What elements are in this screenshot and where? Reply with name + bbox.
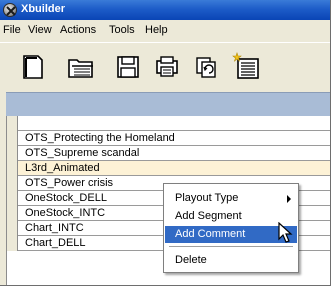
- row-selector[interactable]: [7, 176, 18, 191]
- menu-view[interactable]: View: [28, 24, 52, 36]
- menu-actions[interactable]: Actions: [60, 24, 96, 36]
- open-folder-icon[interactable]: [66, 52, 96, 82]
- menu-separator: [169, 246, 293, 247]
- save-disk-icon[interactable]: [113, 52, 143, 82]
- list-item-label: OneStock_DELL: [25, 192, 107, 204]
- app-window: Xbuilder File View Actions Tools Help OT…: [0, 0, 331, 286]
- row-selector[interactable]: [7, 131, 18, 146]
- submenu-arrow-icon: [287, 195, 291, 203]
- list-item[interactable]: OTS_Supreme scandal: [7, 146, 330, 161]
- row-selector[interactable]: [7, 191, 18, 206]
- new-document-icon[interactable]: [18, 52, 48, 82]
- list-item-label: OTS_Power crisis: [25, 177, 114, 189]
- list-panel-header: [6, 92, 330, 116]
- menu-file[interactable]: File: [3, 24, 21, 36]
- print-icon[interactable]: [152, 52, 182, 82]
- list-item-label: Chart_DELL: [25, 237, 86, 249]
- menu-bar: File View Actions Tools Help: [0, 20, 330, 40]
- row-selector[interactable]: [7, 206, 18, 221]
- list-item-label: L3rd_Animated: [25, 162, 100, 174]
- mouse-pointer-icon: [278, 222, 293, 243]
- toolbar: [0, 42, 330, 90]
- row-selector[interactable]: [7, 236, 18, 251]
- menu-help[interactable]: Help: [145, 24, 168, 36]
- list-header-row: [7, 116, 330, 131]
- list-item-label: OTS_Supreme scandal: [25, 147, 140, 159]
- title-bar[interactable]: Xbuilder: [0, 0, 330, 20]
- window-title: Xbuilder: [21, 3, 66, 15]
- menu-item-playout-type[interactable]: Playout Type: [165, 190, 297, 207]
- new-playlist-icon[interactable]: [232, 52, 262, 82]
- app-logo-icon: [3, 3, 17, 17]
- list-item-label: Chart_INTC: [25, 222, 84, 234]
- list-item-label: OneStock_INTC: [25, 207, 106, 219]
- list-item-label: OTS_Protecting the Homeland: [25, 132, 175, 144]
- menu-tools[interactable]: Tools: [109, 24, 135, 36]
- row-selector[interactable]: [7, 161, 18, 176]
- menu-item-delete[interactable]: Delete: [165, 252, 297, 269]
- row-selector[interactable]: [7, 146, 18, 161]
- list-item[interactable]: OTS_Protecting the Homeland: [7, 131, 330, 146]
- refresh-icon[interactable]: [191, 52, 221, 82]
- row-selector[interactable]: [7, 116, 18, 131]
- row-selector[interactable]: [7, 221, 18, 236]
- list-item-selected[interactable]: L3rd_Animated: [7, 161, 330, 176]
